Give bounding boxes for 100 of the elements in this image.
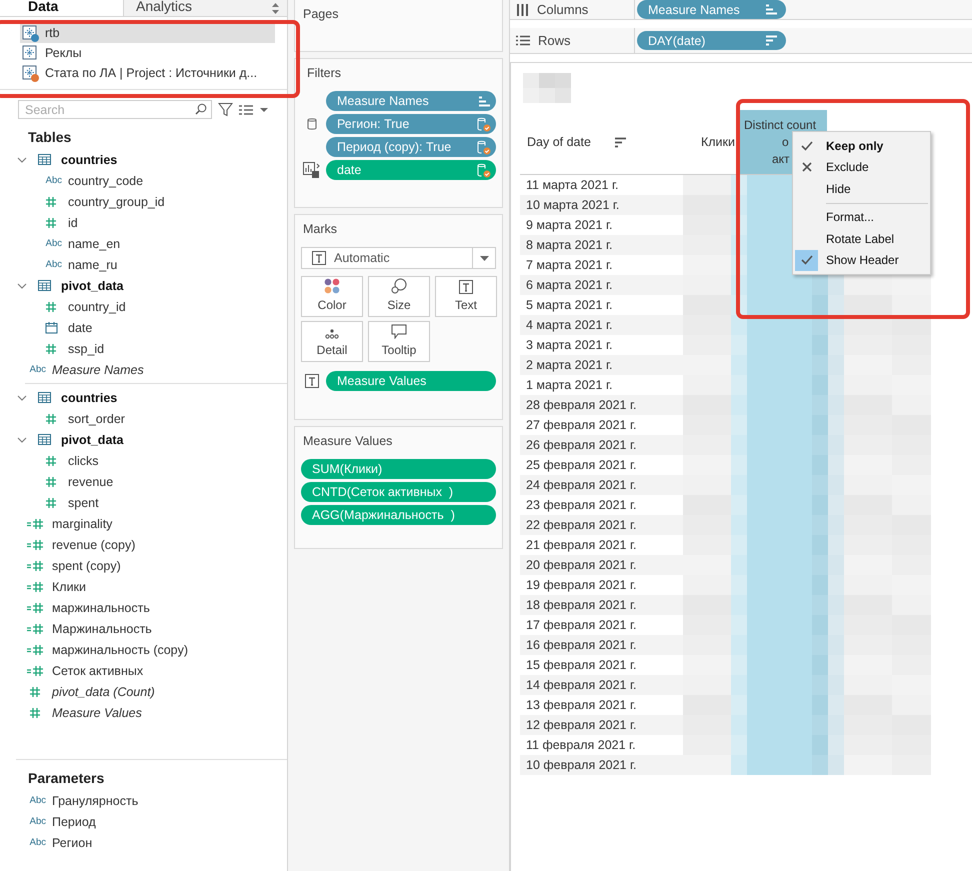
field-name[interactable]: sort_order — [68, 412, 125, 426]
mark-property-button[interactable]: Size — [368, 276, 430, 317]
field-name[interactable]: spent — [68, 496, 99, 510]
mark-property-button[interactable]: Tooltip — [368, 321, 430, 362]
calculated-field-icon — [26, 580, 44, 592]
blurred-cell — [844, 555, 892, 575]
field-name[interactable]: revenue (copy) — [52, 538, 136, 552]
field-name[interactable]: date — [68, 320, 92, 334]
calculated-field-icon — [26, 602, 44, 614]
field-name[interactable]: Маржинальность — [52, 622, 152, 636]
chevron-icon[interactable] — [17, 434, 27, 444]
table-name[interactable]: pivot_data — [61, 432, 124, 446]
field-name[interactable]: Measure Names — [52, 362, 144, 376]
chevron-icon[interactable] — [17, 280, 27, 290]
blurred-cell — [828, 695, 844, 715]
menu-item[interactable]: Show Header — [793, 250, 930, 271]
mark-property-button[interactable]: Detail — [301, 321, 363, 362]
string-type-icon: Abc — [24, 837, 46, 848]
number-type-icon — [45, 476, 57, 488]
table-icon — [38, 154, 50, 165]
parameter-name[interactable]: Регион — [52, 836, 92, 850]
field-name[interactable]: country_code — [68, 174, 144, 188]
list-view-icon[interactable] — [239, 104, 269, 116]
color-dots-icon — [324, 278, 340, 294]
date-cell: 2 марта 2021 г. — [520, 355, 683, 375]
blurred-cell — [731, 335, 747, 355]
sort-icon[interactable] — [615, 136, 627, 148]
parameter-name[interactable]: Гранулярность — [52, 794, 138, 808]
blurred-cell — [683, 235, 731, 255]
blurred-cell — [828, 555, 844, 575]
blurred-cell — [828, 515, 844, 535]
field-name[interactable]: pivot_data (Count) — [52, 684, 155, 698]
spinner-arrows-icon[interactable] — [272, 3, 279, 14]
search-field[interactable]: Search — [18, 100, 212, 119]
card-title: Pages — [302, 7, 340, 21]
field-name[interactable]: name_en — [68, 236, 120, 250]
menu-item[interactable]: Format... — [793, 206, 930, 228]
date-cell: 8 марта 2021 г. — [520, 235, 683, 255]
field-name[interactable]: spent (copy) — [52, 558, 121, 572]
field-name[interactable]: маржинальность (copy) — [52, 642, 188, 656]
header-text: Клики — [700, 134, 735, 150]
mark-property-button[interactable]: Color — [301, 276, 363, 317]
blurred-cell — [844, 355, 892, 375]
blurred-cell — [812, 675, 828, 695]
check-icon — [800, 140, 812, 151]
blurred-cell — [731, 675, 747, 695]
field-name[interactable]: clicks — [68, 454, 99, 468]
mark-type-dropdown[interactable]: Automatic — [301, 247, 496, 269]
blurred-cell — [828, 415, 844, 435]
menu-item[interactable]: Hide — [793, 178, 930, 200]
blurred-cell — [683, 655, 731, 675]
menu-item[interactable]: Rotate Label — [793, 228, 930, 250]
field-name[interactable]: ssp_id — [68, 342, 104, 356]
table-name[interactable]: countries — [61, 152, 118, 166]
data-source-item[interactable]: Реклы — [20, 43, 275, 63]
field-name[interactable]: Клики — [52, 580, 86, 594]
field-name[interactable]: маржинальность — [52, 600, 150, 614]
number-type-icon — [45, 412, 57, 424]
blurred-cell — [828, 395, 844, 415]
field-name[interactable]: revenue — [68, 474, 114, 488]
field-name[interactable]: country_id — [68, 300, 126, 314]
blurred-cell — [812, 535, 828, 555]
field-name[interactable]: country_group_id — [68, 194, 165, 208]
filter-icon[interactable] — [218, 102, 233, 117]
field-name[interactable]: Measure Values — [52, 706, 142, 720]
field-name[interactable]: Сеток активных — [52, 664, 144, 678]
shelf-label: Columns — [537, 2, 588, 17]
search-icon — [195, 103, 207, 115]
data-source-item[interactable]: rtb — [20, 23, 275, 43]
panel-tab[interactable]: Analytics — [123, 0, 287, 16]
date-cell: 18 февраля 2021 г. — [520, 595, 683, 615]
blurred-cell — [892, 295, 931, 315]
data-source-icon — [22, 44, 39, 62]
chevron-icon[interactable] — [17, 392, 27, 402]
column-header[interactable]: Day of date — [520, 110, 683, 174]
string-type-icon: Abc — [40, 175, 62, 186]
chevron-icon[interactable] — [17, 154, 27, 164]
field-name[interactable]: id — [68, 216, 78, 230]
field-name[interactable]: marginality — [52, 516, 112, 530]
header-text: Day of date — [527, 134, 591, 150]
table-name[interactable]: pivot_data — [61, 278, 124, 292]
mark-property-button[interactable]: Text — [435, 276, 497, 317]
calculated-field-icon — [26, 560, 44, 572]
blurred-cell — [812, 335, 828, 355]
card-title: Marks — [302, 222, 338, 236]
blurred-cell — [683, 635, 731, 655]
blurred-cell — [828, 335, 844, 355]
data-source-item[interactable]: Стата по ЛА | Project : Источники д... — [20, 63, 275, 83]
parameter-name[interactable]: Период — [52, 814, 96, 828]
column-header[interactable]: Клики — [683, 110, 737, 174]
blurred-cell — [844, 755, 892, 775]
calculated-field-icon — [26, 518, 44, 530]
blurred-cell — [844, 695, 892, 715]
blurred-cell — [828, 455, 844, 475]
blurred-cell — [731, 575, 747, 595]
text-icon — [459, 280, 473, 294]
context-filter-icon — [477, 140, 491, 154]
blurred-cell — [747, 755, 812, 775]
table-name[interactable]: countries — [61, 390, 118, 404]
field-name[interactable]: name_ru — [68, 258, 118, 272]
